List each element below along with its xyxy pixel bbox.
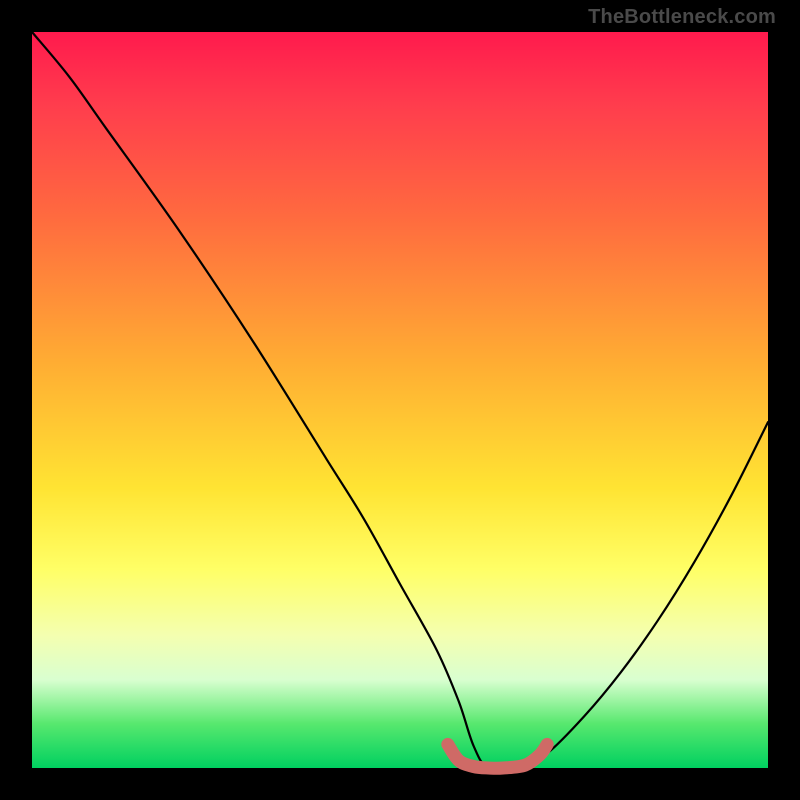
chart-svg (32, 32, 768, 768)
recommended-range-marker (448, 744, 547, 768)
attribution-label: TheBottleneck.com (588, 6, 776, 29)
chart-frame: TheBottleneck.com (0, 0, 800, 800)
bottleneck-curve-path (32, 32, 768, 770)
